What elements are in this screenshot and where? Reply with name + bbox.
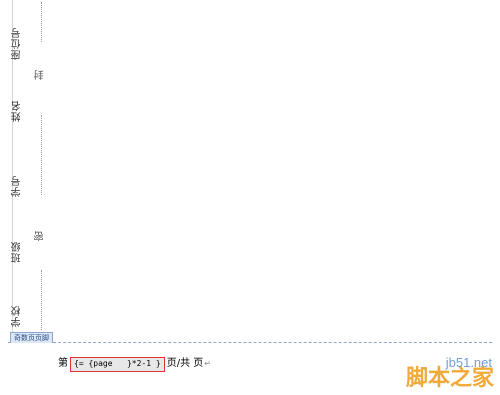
seat-number-label: 座位号 <box>11 26 23 60</box>
footer-prefix: 第 <box>58 358 68 369</box>
footer-page-number-line[interactable]: 第 {= {page }*2-1 } 页/共 页 ↵ <box>58 356 211 372</box>
seat-number-underline <box>41 2 42 42</box>
watermark: jb51.net 脚本之家 <box>406 355 494 392</box>
paragraph-mark-icon: ↵ <box>204 359 211 368</box>
footer-suffix: 页/共 页 <box>166 358 204 369</box>
school-label: 学校 <box>11 305 23 327</box>
seal-char-mi: 密 <box>35 231 46 241</box>
name-label: 姓名 <box>11 100 23 122</box>
footer-tab[interactable]: 奇数页页脚 <box>10 332 53 343</box>
name-underline <box>41 115 42 195</box>
binding-margin: 座位号 姓名 学号 班级 学校 封 密 <box>0 0 60 340</box>
watermark-site: jb51.net <box>445 355 492 370</box>
page-field-code[interactable]: {= {page }*2-1 } <box>70 356 165 372</box>
footer-divider <box>8 342 492 343</box>
class-label: 班级 <box>11 241 23 263</box>
document-page: 座位号 姓名 学号 班级 学校 封 密 奇数页页脚 第 {= {page }*2… <box>0 0 500 395</box>
seal-char-feng: 封 <box>35 70 46 80</box>
student-id-label: 学号 <box>11 175 23 197</box>
field-code-text: {= {page }*2-1 } <box>74 359 161 368</box>
class-underline <box>41 270 42 330</box>
